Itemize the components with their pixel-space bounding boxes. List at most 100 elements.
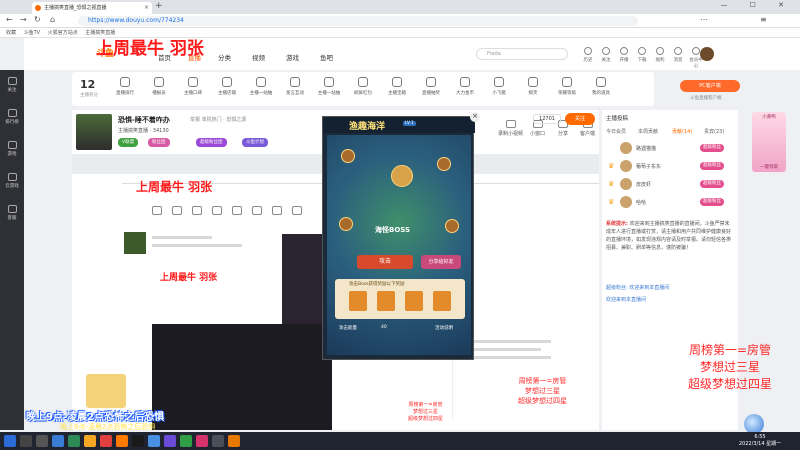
pc-client-button[interactable]: PC客户端 bbox=[680, 80, 740, 92]
cat-item[interactable]: 荣耀等级 bbox=[552, 77, 582, 96]
sidebar-item-service[interactable]: 客服 bbox=[2, 202, 22, 228]
download-button[interactable]: 下载 bbox=[634, 47, 650, 63]
task-view-icon[interactable] bbox=[36, 435, 48, 447]
streamer-avatar[interactable] bbox=[76, 114, 112, 150]
badge-vlink[interactable]: V联盟 bbox=[118, 138, 139, 147]
nav-game[interactable]: 游戏 bbox=[286, 52, 299, 62]
tab-today[interactable]: 今日会员 bbox=[606, 128, 626, 135]
game-popup[interactable]: 渔趣海洋 LV.1 海怪BOSS 攻击 分享给好友 攻击Boss获得奖励以下奖励… bbox=[322, 116, 475, 360]
badge-plan[interactable]: 斗鱼计划 bbox=[242, 138, 268, 147]
map-node[interactable] bbox=[437, 157, 451, 171]
map-node[interactable] bbox=[341, 149, 355, 163]
badge-fans[interactable]: 粉丝团 bbox=[148, 138, 170, 147]
cat-item[interactable]: 我的道具 bbox=[586, 77, 616, 96]
search-icon[interactable] bbox=[20, 435, 32, 447]
nav-category[interactable]: 分类 bbox=[218, 52, 231, 62]
sidebar-item-follow[interactable]: 关注 bbox=[2, 74, 22, 100]
new-tab-icon[interactable]: + bbox=[155, 1, 163, 11]
cat-item[interactable]: 播报员 bbox=[144, 77, 174, 96]
side-advertisement[interactable]: 小黄鸭 一键领取 bbox=[752, 112, 786, 172]
boss-sprite-icon[interactable] bbox=[391, 165, 413, 187]
app-icon[interactable] bbox=[196, 435, 208, 447]
message-button[interactable]: 消息 bbox=[670, 47, 686, 63]
chat-message[interactable]: 欢迎来到本直播间 bbox=[606, 296, 646, 303]
cat-item[interactable]: 直播抽奖 bbox=[416, 77, 446, 96]
reward-slot[interactable] bbox=[349, 291, 367, 311]
back-icon[interactable]: ← bbox=[6, 15, 13, 24]
broadcast-button[interactable]: 开播 bbox=[616, 47, 632, 63]
cat-item[interactable]: 主播一站抽 bbox=[314, 77, 344, 96]
folder-icon[interactable] bbox=[84, 435, 96, 447]
sidebar-item-rank[interactable]: 排行榜 bbox=[2, 106, 22, 132]
rules-link[interactable]: 活动说明 bbox=[435, 325, 453, 331]
reward-slot[interactable] bbox=[433, 291, 451, 311]
history-button[interactable]: 历史 bbox=[580, 47, 596, 63]
bookmark-item[interactable]: 收藏 bbox=[6, 30, 16, 36]
reload-icon[interactable]: ↻ bbox=[34, 15, 41, 24]
cat-item[interactable]: 大力金币 bbox=[450, 77, 480, 96]
app-icon[interactable] bbox=[164, 435, 176, 447]
rank-row[interactable]: ♛ 皮皮虾 超级粉丝 bbox=[606, 176, 734, 194]
record-clip-button[interactable]: 录制小视频 bbox=[498, 120, 523, 137]
search-input[interactable]: Freda bbox=[476, 48, 568, 60]
attack-button[interactable]: 攻击 bbox=[357, 255, 413, 269]
app-icon[interactable] bbox=[68, 435, 80, 447]
edge-icon[interactable] bbox=[52, 435, 64, 447]
home-icon[interactable]: ⌂ bbox=[50, 15, 55, 24]
cat-item[interactable]: 主播店铺 bbox=[212, 77, 242, 96]
follow-button[interactable]: 关注 bbox=[598, 47, 614, 63]
forward-icon[interactable]: → bbox=[20, 15, 27, 24]
extensions-icon[interactable]: ⋯ bbox=[700, 15, 708, 24]
reward-slot[interactable] bbox=[377, 291, 395, 311]
address-bar[interactable]: https://www.douyu.com/774234 bbox=[78, 16, 638, 26]
cat-item[interactable]: 主播口碑 bbox=[178, 77, 208, 96]
douyu-icon[interactable] bbox=[116, 435, 128, 447]
start-icon[interactable] bbox=[4, 435, 16, 447]
window-controls[interactable]: — ☐ ✕ bbox=[720, 1, 794, 9]
app-icon[interactable] bbox=[228, 435, 240, 447]
close-tab-icon[interactable]: × bbox=[144, 2, 149, 14]
stream-meta[interactable]: 举报 单机热门 · 恐惧之源 bbox=[190, 116, 246, 123]
cat-item[interactable]: 直播排行 bbox=[110, 77, 140, 96]
taskbar-clock[interactable]: 6:55 2022/3/14 星期一 bbox=[730, 434, 790, 448]
app-icon[interactable] bbox=[212, 435, 224, 447]
cat-item[interactable]: 主播一站抽 bbox=[246, 77, 276, 96]
welfare-button[interactable]: 福利 bbox=[652, 47, 668, 63]
tab-contribution[interactable]: 贡献(14) bbox=[672, 128, 692, 135]
earth-icon[interactable] bbox=[744, 414, 764, 434]
rank-row[interactable]: 路遇猫猫 超级粉丝 bbox=[606, 140, 734, 158]
cat-item[interactable]: 搞笑 bbox=[518, 77, 548, 96]
reward-slot[interactable] bbox=[405, 291, 423, 311]
nav-video[interactable]: 视频 bbox=[252, 52, 265, 62]
app-icon[interactable] bbox=[100, 435, 112, 447]
app-icon[interactable] bbox=[148, 435, 160, 447]
bookmark-item[interactable]: 斗鱼TV bbox=[24, 30, 40, 36]
cat-item[interactable]: 小飞猪 bbox=[484, 77, 514, 96]
app-icon[interactable] bbox=[180, 435, 192, 447]
steam-icon[interactable] bbox=[132, 435, 144, 447]
game-map[interactable]: 海怪BOSS 攻击 分享给好友 攻击Boss获得奖励以下奖励 攻击能量 40 活… bbox=[327, 135, 471, 355]
nav-fishbar[interactable]: 鱼吧 bbox=[320, 52, 333, 62]
bookmark-item[interactable]: 火狐官方站点 bbox=[48, 30, 78, 36]
badge-super-fans[interactable]: 超级粉丝团 bbox=[196, 138, 227, 147]
tab-vip[interactable]: 贵宾(23) bbox=[704, 128, 724, 135]
rank-row[interactable]: ♛ 哈哈 超级粉丝 bbox=[606, 194, 734, 212]
map-node[interactable] bbox=[445, 219, 459, 233]
menu-icon[interactable]: ≡ bbox=[760, 15, 767, 24]
tab-week[interactable]: 本周贡献 bbox=[638, 128, 658, 135]
cat-item[interactable]: 主播宝箱 bbox=[382, 77, 412, 96]
pig-icon bbox=[494, 77, 504, 87]
browser-tab[interactable]: 主播搞笑直播_恐惧之视直播 × bbox=[32, 2, 152, 14]
follow-streamer-button[interactable]: 关注 bbox=[565, 113, 595, 125]
cat-item[interactable]: 刷屏红包 bbox=[348, 77, 378, 96]
share-friend-button[interactable]: 分享给好友 bbox=[421, 255, 461, 269]
close-icon[interactable]: × bbox=[470, 112, 480, 122]
user-avatar[interactable] bbox=[700, 47, 714, 61]
sidebar-item-game[interactable]: 游戏 bbox=[2, 138, 22, 164]
map-node[interactable] bbox=[339, 217, 353, 231]
chat-message[interactable]: 超级粉丝: 欢迎来到本直播间 bbox=[606, 284, 669, 291]
rank-row[interactable]: ♛ 葡萄子东东 超级粉丝 bbox=[606, 158, 734, 176]
sidebar-item-cloud-game[interactable]: 云游戏 bbox=[2, 170, 22, 196]
control-label: 客户端 bbox=[580, 131, 596, 137]
cat-item[interactable]: 发言互动 bbox=[280, 77, 310, 96]
